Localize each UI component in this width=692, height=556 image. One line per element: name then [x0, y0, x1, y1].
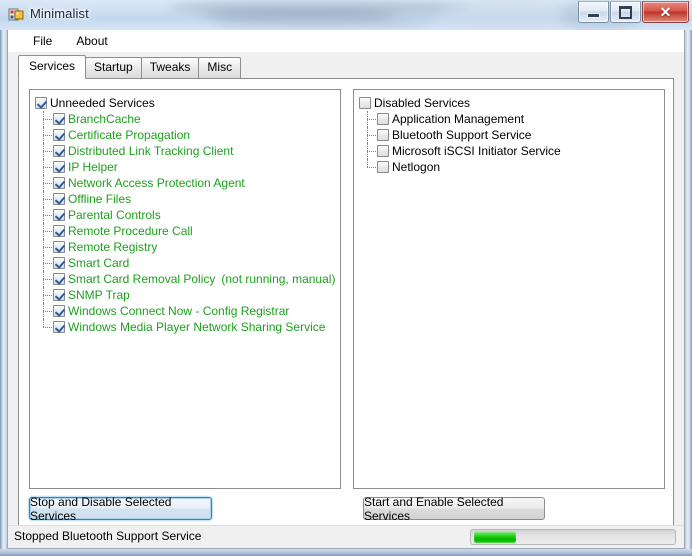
tree-root-label: Unneeded Services	[50, 96, 155, 110]
client-area: File About Services Startup Tweaks Misc …	[7, 30, 685, 549]
menu-bar: File About	[8, 30, 684, 53]
checkbox-icon[interactable]	[53, 241, 65, 253]
tab-page-services: Unneeded Services BranchCache Certificate …	[18, 78, 674, 528]
tree-item[interactable]: Windows Connect Now - Config Registrar	[43, 303, 340, 319]
maximize-button[interactable]	[610, 1, 641, 23]
checkbox-icon[interactable]	[53, 209, 65, 221]
tree-item-label: Smart Card	[68, 256, 130, 270]
application-window: Minimalist ✕ File About Services Startup…	[0, 0, 692, 556]
checkbox-icon[interactable]	[377, 145, 389, 157]
checkbox-icon[interactable]	[53, 145, 65, 157]
glass-blur-artifact	[440, 0, 570, 30]
stop-and-disable-button[interactable]: Stop and Disable Selected Services	[29, 495, 212, 523]
checkbox-icon[interactable]	[53, 225, 65, 237]
tree-item[interactable]: BranchCache	[43, 111, 340, 127]
minimize-icon	[588, 13, 599, 17]
tree-item-label: Offline Files	[68, 192, 132, 206]
checkbox-icon[interactable]	[35, 97, 47, 109]
checkbox-icon[interactable]	[53, 177, 65, 189]
checkbox-icon[interactable]	[377, 161, 389, 173]
status-message: Stopped Bluetooth Support Service	[14, 529, 202, 543]
close-icon: ✕	[659, 4, 672, 20]
tab-services[interactable]: Services	[18, 55, 87, 79]
app-icon	[8, 8, 24, 21]
tree-item[interactable]: Microsoft iSCSI Initiator Service	[367, 143, 664, 159]
tree-item[interactable]: Distributed Link Tracking Client	[43, 143, 340, 159]
start-and-enable-button[interactable]: Start and Enable Selected Services	[363, 495, 545, 523]
tree-item-label: Microsoft iSCSI Initiator Service	[392, 144, 561, 158]
checkbox-icon[interactable]	[53, 193, 65, 205]
tree-item-label: BranchCache	[68, 112, 141, 126]
tree-item-label: Network Access Protection Agent	[68, 176, 245, 190]
window-border-left	[0, 30, 7, 549]
tree-item[interactable]: SNMP Trap	[43, 287, 340, 303]
menu-item-about[interactable]: About	[67, 31, 116, 51]
window-title: Minimalist	[30, 6, 89, 21]
disabled-services-tree[interactable]: Disabled Services Application Management B…	[353, 89, 665, 489]
tree-item[interactable]: Application Management	[367, 111, 664, 127]
window-controls: ✕	[577, 1, 689, 23]
checkbox-icon[interactable]	[53, 113, 65, 125]
checkbox-icon[interactable]	[53, 305, 65, 317]
progress-bar	[470, 529, 676, 545]
tree-item-label: Application Management	[392, 112, 525, 126]
tree-item-label: SNMP Trap	[68, 288, 130, 302]
tree-item-label: Remote Procedure Call	[68, 224, 193, 238]
glass-blur-artifact	[205, 11, 395, 19]
tree-root-node[interactable]: Disabled Services	[359, 95, 664, 111]
glass-blur-artifact	[215, 20, 430, 26]
tree-item[interactable]: IP Helper	[43, 159, 340, 175]
tab-control: Services Startup Tweaks Misc Unneeded Se…	[18, 55, 674, 528]
tree-item[interactable]: Netlogon	[367, 159, 664, 175]
tree-item[interactable]: Remote Registry	[43, 239, 340, 255]
tree-item-label: Windows Media Player Network Sharing Ser…	[68, 320, 326, 334]
tree-item-label: Certificate Propagation	[68, 128, 191, 142]
tab-misc[interactable]: Misc	[198, 57, 242, 79]
checkbox-icon[interactable]	[377, 129, 389, 141]
tree-item-label: Parental Controls	[68, 208, 161, 222]
checkbox-icon[interactable]	[53, 129, 65, 141]
checkbox-icon[interactable]	[359, 97, 371, 109]
maximize-icon	[619, 5, 632, 19]
tree-item-note: (not running, manual)	[221, 272, 336, 286]
menu-item-file[interactable]: File	[24, 31, 61, 51]
tree-item[interactable]: Remote Procedure Call	[43, 223, 340, 239]
tree-item[interactable]: Smart Card Removal Policy (not running, m…	[43, 271, 340, 287]
tree-item[interactable]: Parental Controls	[43, 207, 340, 223]
checkbox-icon[interactable]	[53, 257, 65, 269]
tree-item[interactable]: Windows Media Player Network Sharing Ser…	[43, 319, 340, 335]
tree-item[interactable]: Bluetooth Support Service	[367, 127, 664, 143]
tree-root-node[interactable]: Unneeded Services	[35, 95, 340, 111]
window-border-bottom	[0, 549, 692, 556]
minimize-button[interactable]	[578, 1, 609, 23]
tree-item[interactable]: Offline Files	[43, 191, 340, 207]
tree-item-label: Netlogon	[392, 160, 441, 174]
checkbox-icon[interactable]	[377, 113, 389, 125]
checkbox-icon[interactable]	[53, 321, 65, 333]
tree-item-label: Bluetooth Support Service	[392, 128, 532, 142]
tab-strip: Services Startup Tweaks Misc	[18, 55, 674, 79]
progress-bar-chunk	[474, 531, 516, 543]
checkbox-icon[interactable]	[53, 289, 65, 301]
tab-startup[interactable]: Startup	[85, 57, 142, 79]
checkbox-icon[interactable]	[53, 273, 65, 285]
tree-item-label: Distributed Link Tracking Client	[68, 144, 234, 158]
tree-root-label: Disabled Services	[374, 96, 471, 110]
close-button[interactable]: ✕	[642, 1, 689, 23]
tree-item[interactable]: Network Access Protection Agent	[43, 175, 340, 191]
tree-item[interactable]: Smart Card	[43, 255, 340, 271]
window-border-right	[685, 30, 692, 549]
unneeded-services-tree[interactable]: Unneeded Services BranchCache Certificate …	[29, 89, 341, 489]
tree-item-label: IP Helper	[68, 160, 118, 174]
checkbox-icon[interactable]	[53, 161, 65, 173]
tab-tweaks[interactable]: Tweaks	[140, 57, 200, 79]
title-bar[interactable]: Minimalist ✕	[0, 0, 692, 30]
tree-item-label: Remote Registry	[68, 240, 158, 254]
tree-item-label: Windows Connect Now - Config Registrar	[68, 304, 290, 318]
status-bar: Stopped Bluetooth Support Service	[8, 525, 684, 548]
tree-item-label: Smart Card Removal Policy	[68, 272, 216, 286]
tree-item[interactable]: Certificate Propagation	[43, 127, 340, 143]
